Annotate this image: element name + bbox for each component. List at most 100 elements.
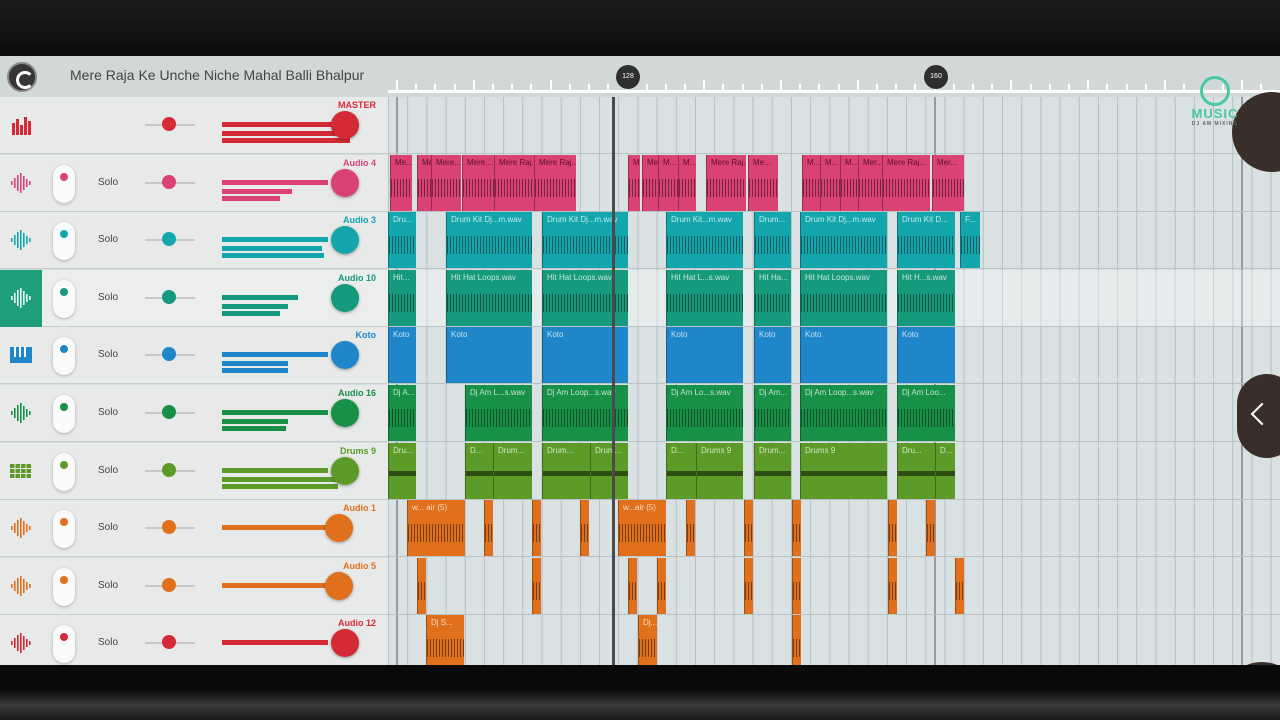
solo-button[interactable]: Solo — [98, 177, 118, 188]
volume-slider-track[interactable] — [222, 122, 340, 127]
clip[interactable] — [532, 557, 541, 614]
clip[interactable]: Dj Am Loop...s.wav — [542, 385, 628, 441]
clip[interactable]: D... — [465, 442, 493, 499]
clip[interactable]: Mere... — [431, 154, 461, 211]
volume-knob[interactable] — [325, 514, 353, 543]
pan-knob[interactable] — [162, 520, 176, 535]
clip[interactable]: Dj Am Loop...s.wav — [800, 385, 887, 441]
collapse-panel-button[interactable] — [1237, 374, 1280, 458]
clip[interactable] — [484, 500, 493, 557]
volume-knob[interactable] — [331, 399, 359, 427]
clip[interactable]: Mere... — [462, 154, 494, 211]
record-arm-toggle[interactable] — [53, 337, 75, 376]
track-lane[interactable] — [388, 557, 1280, 615]
clip[interactable]: w...air (5) — [618, 500, 666, 557]
clip[interactable]: Drum... — [754, 212, 791, 269]
track-header-audio-4[interactable]: Solo Audio 4 — [0, 154, 388, 212]
clip[interactable]: Dj Am... — [754, 385, 791, 441]
clip[interactable] — [628, 557, 637, 614]
clip[interactable]: Dj Am Loo... — [897, 385, 955, 441]
track-header-audio-10[interactable]: Solo Audio 10 — [0, 269, 388, 327]
clip[interactable]: Mere Raj... — [882, 154, 930, 211]
clip[interactable]: Dru... — [388, 442, 416, 499]
clip[interactable]: Koto — [800, 327, 887, 384]
clip[interactable] — [532, 500, 541, 557]
clip[interactable]: M... — [802, 154, 820, 211]
track-lane[interactable]: Dru... Drum Kit Dj...m.wav Drum Kit Dj...m… — [388, 212, 1280, 270]
clip[interactable]: Dj Am L...s.wav — [465, 385, 532, 441]
clip[interactable]: M... — [840, 154, 858, 211]
track-header-audio-3[interactable]: Solo Audio 3 — [0, 212, 388, 270]
clip[interactable]: Hit Hat Loops.wav — [542, 269, 628, 326]
clip[interactable]: Drums 9 — [800, 442, 887, 499]
clip[interactable] — [888, 500, 897, 557]
pan-knob[interactable] — [162, 462, 176, 477]
record-arm-toggle[interactable] — [53, 625, 75, 664]
volume-knob[interactable] — [331, 341, 359, 370]
track-lane[interactable]: Dru... D... Drum... Drum... Drum... D... Drums… — [388, 442, 1280, 500]
track-type-button[interactable] — [0, 327, 42, 384]
track-header-audio-1[interactable]: Solo Audio 1 — [0, 500, 388, 558]
clip[interactable]: Drum Kit...m.wav — [666, 212, 743, 269]
track-lane[interactable]: Koto Koto Koto Koto Koto Koto Koto — [388, 327, 1280, 385]
volume-knob[interactable] — [331, 226, 359, 255]
clip[interactable] — [792, 557, 801, 614]
volume-slider-track[interactable] — [222, 237, 328, 243]
clip[interactable]: Koto — [897, 327, 955, 384]
volume-slider-track[interactable] — [222, 467, 328, 473]
track-header-koto[interactable]: Solo Koto — [0, 327, 388, 385]
solo-button[interactable]: Solo — [98, 292, 118, 303]
clip[interactable]: Me... — [390, 154, 412, 211]
clip[interactable]: Hit Ha... — [754, 269, 791, 326]
playhead[interactable] — [612, 97, 615, 665]
clip[interactable]: Mere Raj... — [534, 154, 576, 211]
clip[interactable]: Drum... — [590, 442, 628, 499]
clip[interactable] — [417, 557, 426, 614]
volume-slider-track[interactable] — [222, 525, 328, 531]
volume-slider-track[interactable] — [222, 352, 328, 358]
clip[interactable]: Hit Hat Loops.wav — [800, 269, 887, 326]
track-header-master[interactable]: MASTER — [0, 97, 388, 154]
clip[interactable]: w... air (5) — [407, 500, 465, 557]
track-lane[interactable]: Dj A... Dj Am L...s.wav Dj Am Loop...s.wav… — [388, 385, 1280, 442]
clip[interactable]: Hit... — [388, 269, 416, 326]
clip[interactable]: Mer... — [858, 154, 882, 211]
volume-knob[interactable] — [325, 571, 353, 600]
timeline-ruler[interactable]: 128 160 — [388, 56, 1280, 97]
pan-knob[interactable] — [162, 347, 176, 362]
clip[interactable] — [926, 500, 935, 557]
solo-button[interactable]: Solo — [98, 637, 118, 648]
clip[interactable]: Mer... — [932, 154, 964, 211]
clip[interactable]: Drum Kit Dj...m.wav — [542, 212, 628, 269]
track-type-button[interactable] — [0, 269, 42, 327]
solo-button[interactable]: Solo — [98, 465, 118, 476]
clip[interactable]: Mere Raj... — [494, 154, 534, 211]
clip[interactable]: Hit Hat Loops.wav — [446, 269, 532, 326]
track-type-button[interactable] — [0, 385, 42, 442]
clip[interactable]: D... — [935, 442, 955, 499]
clip[interactable]: Drums 9 — [696, 442, 743, 499]
clip[interactable]: Dru... — [897, 442, 935, 499]
track-type-button[interactable] — [0, 97, 42, 154]
record-arm-toggle[interactable] — [53, 395, 75, 433]
volume-knob[interactable] — [331, 111, 359, 139]
clip[interactable]: Drum Kit D... — [897, 212, 955, 269]
clip[interactable]: Koto — [542, 327, 628, 384]
volume-slider-track[interactable] — [222, 179, 328, 185]
track-lane[interactable]: Me... Me Mere... Mere... Mere Raj... Mere Raj… — [388, 154, 1280, 212]
clip[interactable]: Koto — [388, 327, 416, 384]
clip[interactable]: Drum Kit Dj...m.wav — [446, 212, 532, 269]
pan-knob[interactable] — [162, 174, 176, 189]
track-lane[interactable]: w... air (5) w...air (5) — [388, 500, 1280, 558]
clip[interactable]: Drum... — [493, 442, 532, 499]
solo-button[interactable]: Solo — [98, 580, 118, 591]
volume-slider-track[interactable] — [222, 410, 328, 415]
volume-knob[interactable] — [331, 168, 359, 197]
clip[interactable]: Dj... — [638, 615, 657, 665]
record-arm-toggle[interactable] — [53, 279, 75, 318]
clip[interactable] — [744, 557, 753, 614]
track-lane[interactable] — [388, 97, 1280, 154]
track-type-button[interactable] — [0, 500, 42, 557]
clip[interactable] — [888, 557, 897, 614]
clip[interactable]: Dj Am Lo...s.wav — [666, 385, 743, 441]
